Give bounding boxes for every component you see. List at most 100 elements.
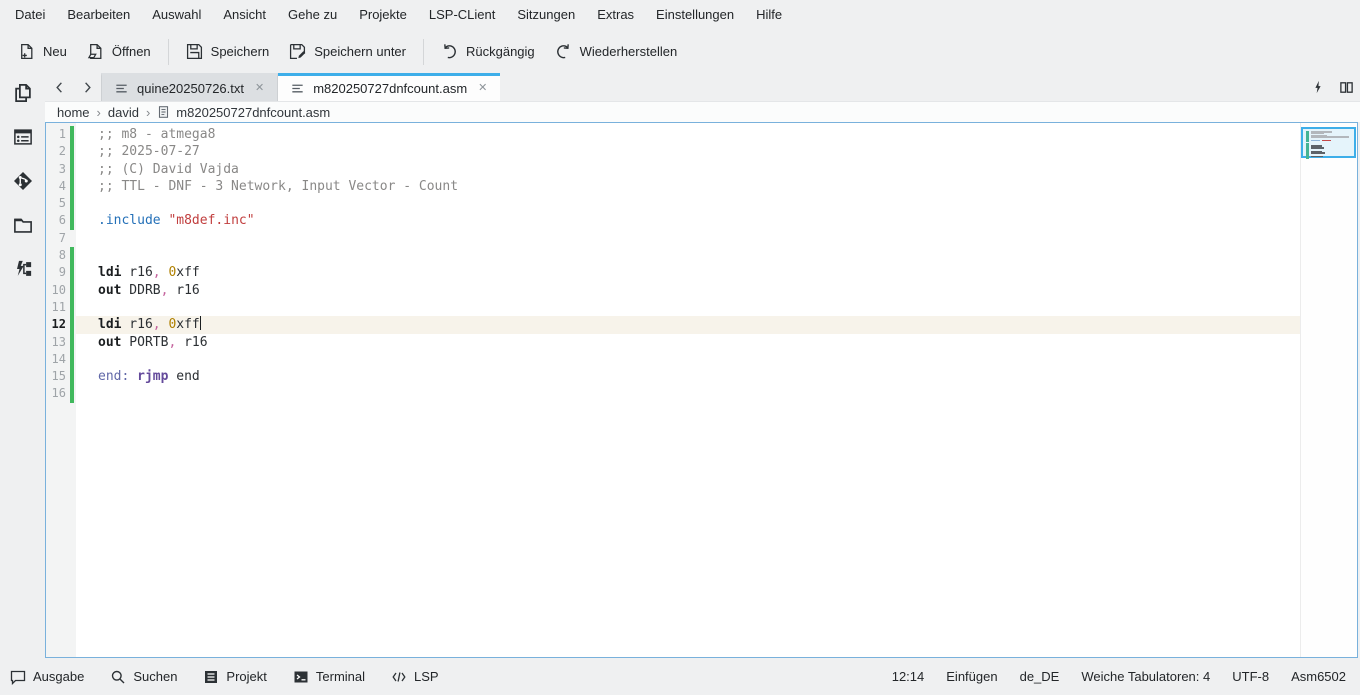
- line-number[interactable]: 7: [46, 230, 70, 247]
- sidebar-item-external-tools[interactable]: [11, 259, 35, 279]
- code-token: [129, 369, 137, 384]
- code-token: r16: [176, 335, 207, 350]
- save-as-icon: [289, 43, 306, 60]
- code-line[interactable]: [76, 230, 1300, 247]
- code-line[interactable]: ;; TTL - DNF - 3 Network, Input Vector -…: [76, 178, 1300, 195]
- line-number[interactable]: 6: [46, 212, 70, 229]
- minimap-scrollbar[interactable]: [1300, 123, 1357, 657]
- close-icon[interactable]: ✕: [475, 81, 490, 96]
- speichern-unter-button[interactable]: Speichern unter: [279, 37, 416, 66]
- code-token: r16: [121, 317, 152, 332]
- code-token: xff: [176, 317, 199, 332]
- breadcrumb: home›david›m820250727dnfcount.asm: [45, 102, 1360, 122]
- status-encoding[interactable]: UTF-8: [1232, 669, 1269, 684]
- minimap-code-mark: [1311, 156, 1323, 158]
- tab-quine20250726-txt[interactable]: quine20250726.txt✕: [101, 73, 278, 101]
- tab-m820250727dnfcount-asm[interactable]: m820250727dnfcount.asm✕: [278, 73, 500, 101]
- line-number[interactable]: 3: [46, 161, 70, 178]
- line-number[interactable]: 4: [46, 178, 70, 195]
- menu-einstellungen[interactable]: Einstellungen: [645, 0, 745, 30]
- gutter-row: 13: [46, 334, 76, 351]
- panel-button-ausgabe[interactable]: Ausgabe: [10, 669, 84, 685]
- code-line[interactable]: ldi r16, 0xff: [76, 316, 1300, 333]
- code-line[interactable]: [76, 195, 1300, 212]
- sidebar-item-git[interactable]: [11, 171, 35, 191]
- tab-history-back-button[interactable]: [45, 73, 73, 101]
- code-line[interactable]: out PORTB, r16: [76, 334, 1300, 351]
- neu-label: Neu: [43, 44, 67, 59]
- modified-line-marker: [70, 334, 74, 351]
- gutter-row: 8: [46, 247, 76, 264]
- menu-gehe-zu[interactable]: Gehe zu: [277, 0, 348, 30]
- menu-extras[interactable]: Extras: [586, 0, 645, 30]
- split-view-button[interactable]: [1332, 73, 1360, 101]
- code-line[interactable]: ;; (C) David Vajda: [76, 161, 1300, 178]
- code-line[interactable]: [76, 351, 1300, 368]
- panel-button-suchen[interactable]: Suchen: [110, 669, 177, 685]
- line-number[interactable]: 8: [46, 247, 70, 264]
- line-number[interactable]: 1: [46, 126, 70, 143]
- code-line[interactable]: ldi r16, 0xff: [76, 264, 1300, 281]
- menu-hilfe[interactable]: Hilfe: [745, 0, 793, 30]
- sidebar-item-documents[interactable]: [11, 83, 35, 103]
- code-line[interactable]: out DDRB, r16: [76, 282, 1300, 299]
- code-line[interactable]: [76, 385, 1300, 402]
- line-number[interactable]: 12: [46, 316, 70, 333]
- menu-lsp-client[interactable]: LSP-CLient: [418, 0, 506, 30]
- code-area[interactable]: ;; m8 - atmega8;; 2025-07-27;; (C) David…: [76, 123, 1300, 657]
- code-token: .include: [98, 213, 161, 228]
- code-line[interactable]: ;; m8 - atmega8: [76, 126, 1300, 143]
- breadcrumb-segment-home[interactable]: home: [57, 105, 90, 120]
- editor-view[interactable]: 12345678910111213141516 ;; m8 - atmega8;…: [45, 122, 1358, 658]
- line-number[interactable]: 15: [46, 368, 70, 385]
- modified-line-marker: [70, 299, 74, 316]
- status-syntax-mode[interactable]: Asm6502: [1291, 669, 1346, 684]
- breadcrumb-file-label: m820250727dnfcount.asm: [176, 105, 330, 120]
- line-number-gutter[interactable]: 12345678910111213141516: [46, 123, 76, 657]
- close-icon[interactable]: ✕: [252, 81, 267, 96]
- status-dictionary[interactable]: de_DE: [1020, 669, 1060, 684]
- ffnen-button[interactable]: Öffnen: [77, 37, 161, 66]
- code-line[interactable]: [76, 299, 1300, 316]
- status-tab-settings[interactable]: Weiche Tabulatoren: 4: [1081, 669, 1210, 684]
- wiederherstellen-button[interactable]: Wiederherstellen: [545, 37, 688, 66]
- tab-history-forward-button[interactable]: [73, 73, 101, 101]
- code-line[interactable]: ;; 2025-07-27: [76, 143, 1300, 160]
- quick-open-button[interactable]: [1304, 73, 1332, 101]
- line-number[interactable]: 11: [46, 299, 70, 316]
- code-line[interactable]: [76, 247, 1300, 264]
- breadcrumb-file[interactable]: m820250727dnfcount.asm: [157, 105, 330, 120]
- menu-projekte[interactable]: Projekte: [348, 0, 418, 30]
- menu-ansicht[interactable]: Ansicht: [212, 0, 277, 30]
- menu-auswahl[interactable]: Auswahl: [141, 0, 212, 30]
- panel-button-label: Ausgabe: [33, 669, 84, 684]
- code-line[interactable]: end: rjmp end: [76, 368, 1300, 385]
- code-line[interactable]: .include "m8def.inc": [76, 212, 1300, 229]
- line-number[interactable]: 16: [46, 385, 70, 402]
- line-number[interactable]: 5: [46, 195, 70, 212]
- panel-button-lsp[interactable]: LSP: [391, 669, 439, 685]
- status-insert-mode[interactable]: Einfügen: [946, 669, 997, 684]
- menu-bearbeiten[interactable]: Bearbeiten: [56, 0, 141, 30]
- tab-bar-spacer: [500, 73, 1304, 101]
- line-number[interactable]: 14: [46, 351, 70, 368]
- panel-button-projekt[interactable]: Projekt: [203, 669, 266, 685]
- line-number[interactable]: 10: [46, 282, 70, 299]
- line-number[interactable]: 13: [46, 334, 70, 351]
- menu-sitzungen[interactable]: Sitzungen: [506, 0, 586, 30]
- gutter-row: 16: [46, 385, 76, 402]
- code-token: rjmp: [137, 369, 168, 384]
- status-cursor-position[interactable]: 12:14: [892, 669, 925, 684]
- r-ckg-ngig-button[interactable]: Rückgängig: [431, 37, 545, 66]
- minimap-viewport[interactable]: [1301, 127, 1356, 158]
- line-number[interactable]: 9: [46, 264, 70, 281]
- panel-button-terminal[interactable]: Terminal: [293, 669, 365, 685]
- breadcrumb-segment-david[interactable]: david: [108, 105, 139, 120]
- toolbar-separator: [423, 39, 424, 65]
- sidebar-item-symbols[interactable]: [11, 127, 35, 147]
- neu-button[interactable]: Neu: [8, 37, 77, 66]
- speichern-button[interactable]: Speichern: [176, 37, 280, 66]
- sidebar-item-filesystem[interactable]: [11, 215, 35, 235]
- menu-datei[interactable]: Datei: [4, 0, 56, 30]
- line-number[interactable]: 2: [46, 143, 70, 160]
